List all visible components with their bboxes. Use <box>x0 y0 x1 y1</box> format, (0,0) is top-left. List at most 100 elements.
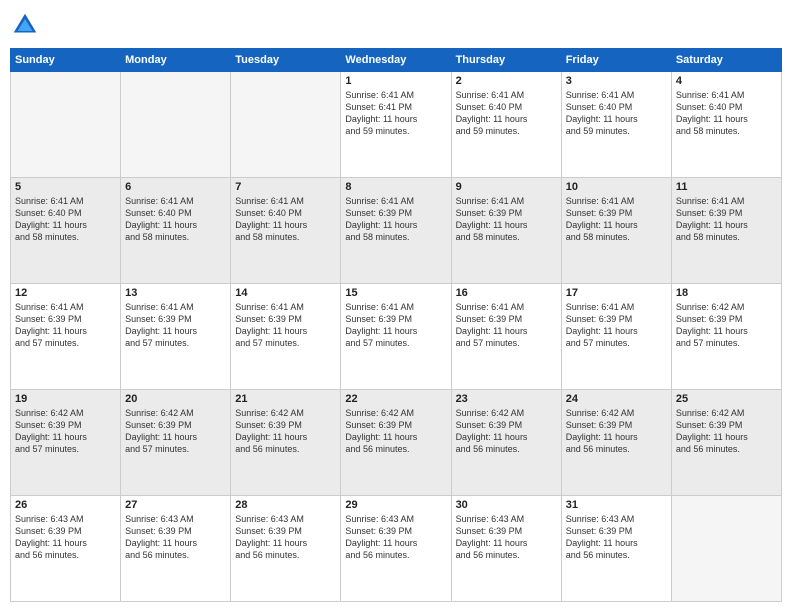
day-info: Sunrise: 6:42 AM Sunset: 6:39 PM Dayligh… <box>345 407 446 456</box>
day-number: 2 <box>456 75 557 87</box>
calendar-cell: 16 Sunrise: 6:41 AM Sunset: 6:39 PM Dayli… <box>451 284 561 390</box>
day-info: Sunrise: 6:43 AM Sunset: 6:39 PM Dayligh… <box>566 513 667 562</box>
calendar-cell: 3 Sunrise: 6:41 AM Sunset: 6:40 PM Daylig… <box>561 72 671 178</box>
day-number: 30 <box>456 499 557 511</box>
day-number: 17 <box>566 287 667 299</box>
day-number: 21 <box>235 393 336 405</box>
day-number: 31 <box>566 499 667 511</box>
day-info: Sunrise: 6:41 AM Sunset: 6:39 PM Dayligh… <box>345 301 446 350</box>
day-number: 6 <box>125 181 226 193</box>
day-number: 29 <box>345 499 446 511</box>
day-number: 25 <box>676 393 777 405</box>
day-info: Sunrise: 6:41 AM Sunset: 6:40 PM Dayligh… <box>235 195 336 244</box>
weekday-header-row: SundayMondayTuesdayWednesdayThursdayFrid… <box>11 49 782 72</box>
day-number: 20 <box>125 393 226 405</box>
calendar-cell: 13 Sunrise: 6:41 AM Sunset: 6:39 PM Dayli… <box>121 284 231 390</box>
day-info: Sunrise: 6:42 AM Sunset: 6:39 PM Dayligh… <box>456 407 557 456</box>
day-number: 8 <box>345 181 446 193</box>
calendar-cell: 30 Sunrise: 6:43 AM Sunset: 6:39 PM Dayli… <box>451 496 561 602</box>
day-number: 24 <box>566 393 667 405</box>
day-info: Sunrise: 6:43 AM Sunset: 6:39 PM Dayligh… <box>125 513 226 562</box>
day-info: Sunrise: 6:41 AM Sunset: 6:40 PM Dayligh… <box>456 89 557 138</box>
day-number: 18 <box>676 287 777 299</box>
day-info: Sunrise: 6:41 AM Sunset: 6:39 PM Dayligh… <box>456 301 557 350</box>
calendar-cell: 25 Sunrise: 6:42 AM Sunset: 6:39 PM Dayli… <box>671 390 781 496</box>
weekday-header-monday: Monday <box>121 49 231 72</box>
calendar-cell: 19 Sunrise: 6:42 AM Sunset: 6:39 PM Dayli… <box>11 390 121 496</box>
calendar-cell: 5Sunrise: 6:41 AM Sunset: 6:40 PM Daylig… <box>11 178 121 284</box>
day-info: Sunrise: 6:41 AM Sunset: 6:41 PM Dayligh… <box>345 89 446 138</box>
calendar-cell: 6Sunrise: 6:41 AM Sunset: 6:40 PM Daylig… <box>121 178 231 284</box>
weekday-header-thursday: Thursday <box>451 49 561 72</box>
calendar-week-row: 19 Sunrise: 6:42 AM Sunset: 6:39 PM Dayli… <box>11 390 782 496</box>
calendar-cell <box>121 72 231 178</box>
day-info: Sunrise: 6:41 AM Sunset: 6:39 PM Dayligh… <box>235 301 336 350</box>
calendar-cell: 9 Sunrise: 6:41 AM Sunset: 6:39 PM Daylig… <box>451 178 561 284</box>
day-number: 5 <box>15 181 116 193</box>
day-number: 22 <box>345 393 446 405</box>
day-info: Sunrise: 6:43 AM Sunset: 6:39 PM Dayligh… <box>345 513 446 562</box>
calendar-table: SundayMondayTuesdayWednesdayThursdayFrid… <box>10 48 782 602</box>
day-info: Sunrise: 6:41 AM Sunset: 6:39 PM Dayligh… <box>345 195 446 244</box>
day-number: 7 <box>235 181 336 193</box>
calendar-cell: 7 Sunrise: 6:41 AM Sunset: 6:40 PM Daylig… <box>231 178 341 284</box>
day-info: Sunrise: 6:43 AM Sunset: 6:39 PM Dayligh… <box>456 513 557 562</box>
calendar-cell: 12 Sunrise: 6:41 AM Sunset: 6:39 PM Dayli… <box>11 284 121 390</box>
calendar-cell: 20 Sunrise: 6:42 AM Sunset: 6:39 PM Dayli… <box>121 390 231 496</box>
calendar-cell: 23Sunrise: 6:42 AM Sunset: 6:39 PM Dayli… <box>451 390 561 496</box>
calendar-cell: 4Sunrise: 6:41 AM Sunset: 6:40 PM Daylig… <box>671 72 781 178</box>
day-number: 28 <box>235 499 336 511</box>
day-info: Sunrise: 6:41 AM Sunset: 6:40 PM Dayligh… <box>566 89 667 138</box>
day-number: 11 <box>676 181 777 193</box>
calendar-cell: 18 Sunrise: 6:42 AM Sunset: 6:39 PM Dayli… <box>671 284 781 390</box>
day-number: 15 <box>345 287 446 299</box>
calendar-cell: 1 Sunrise: 6:41 AM Sunset: 6:41 PM Daylig… <box>341 72 451 178</box>
calendar-cell: 14Sunrise: 6:41 AM Sunset: 6:39 PM Dayli… <box>231 284 341 390</box>
day-number: 16 <box>456 287 557 299</box>
calendar-cell: 17Sunrise: 6:41 AM Sunset: 6:39 PM Dayli… <box>561 284 671 390</box>
day-number: 1 <box>345 75 446 87</box>
day-info: Sunrise: 6:42 AM Sunset: 6:39 PM Dayligh… <box>235 407 336 456</box>
calendar-cell: 11 Sunrise: 6:41 AM Sunset: 6:39 PM Dayli… <box>671 178 781 284</box>
day-info: Sunrise: 6:42 AM Sunset: 6:39 PM Dayligh… <box>676 301 777 350</box>
header <box>10 10 782 40</box>
calendar-cell <box>231 72 341 178</box>
calendar-cell: 15 Sunrise: 6:41 AM Sunset: 6:39 PM Dayli… <box>341 284 451 390</box>
day-info: Sunrise: 6:41 AM Sunset: 6:39 PM Dayligh… <box>456 195 557 244</box>
day-number: 19 <box>15 393 116 405</box>
day-number: 9 <box>456 181 557 193</box>
day-number: 26 <box>15 499 116 511</box>
weekday-header-wednesday: Wednesday <box>341 49 451 72</box>
calendar-cell: 29 Sunrise: 6:43 AM Sunset: 6:39 PM Dayli… <box>341 496 451 602</box>
day-number: 10 <box>566 181 667 193</box>
day-info: Sunrise: 6:42 AM Sunset: 6:39 PM Dayligh… <box>566 407 667 456</box>
calendar-cell: 8 Sunrise: 6:41 AM Sunset: 6:39 PM Daylig… <box>341 178 451 284</box>
day-number: 13 <box>125 287 226 299</box>
day-info: Sunrise: 6:43 AM Sunset: 6:39 PM Dayligh… <box>235 513 336 562</box>
day-info: Sunrise: 6:42 AM Sunset: 6:39 PM Dayligh… <box>676 407 777 456</box>
day-number: 12 <box>15 287 116 299</box>
weekday-header-friday: Friday <box>561 49 671 72</box>
calendar-week-row: 1 Sunrise: 6:41 AM Sunset: 6:41 PM Daylig… <box>11 72 782 178</box>
day-info: Sunrise: 6:42 AM Sunset: 6:39 PM Dayligh… <box>125 407 226 456</box>
day-info: Sunrise: 6:41 AM Sunset: 6:39 PM Dayligh… <box>566 195 667 244</box>
day-info: Sunrise: 6:41 AM Sunset: 6:39 PM Dayligh… <box>15 301 116 350</box>
day-info: Sunrise: 6:41 AM Sunset: 6:39 PM Dayligh… <box>676 195 777 244</box>
calendar-cell <box>671 496 781 602</box>
day-number: 4 <box>676 75 777 87</box>
day-info: Sunrise: 6:42 AM Sunset: 6:39 PM Dayligh… <box>15 407 116 456</box>
day-number: 27 <box>125 499 226 511</box>
logo <box>10 10 44 40</box>
calendar-cell: 24 Sunrise: 6:42 AM Sunset: 6:39 PM Dayli… <box>561 390 671 496</box>
weekday-header-saturday: Saturday <box>671 49 781 72</box>
weekday-header-sunday: Sunday <box>11 49 121 72</box>
calendar-cell: 26 Sunrise: 6:43 AM Sunset: 6:39 PM Dayli… <box>11 496 121 602</box>
calendar-cell: 28 Sunrise: 6:43 AM Sunset: 6:39 PM Dayli… <box>231 496 341 602</box>
day-info: Sunrise: 6:43 AM Sunset: 6:39 PM Dayligh… <box>15 513 116 562</box>
calendar-cell: 21 Sunrise: 6:42 AM Sunset: 6:39 PM Dayli… <box>231 390 341 496</box>
calendar-cell: 10 Sunrise: 6:41 AM Sunset: 6:39 PM Dayli… <box>561 178 671 284</box>
day-number: 3 <box>566 75 667 87</box>
calendar-week-row: 26 Sunrise: 6:43 AM Sunset: 6:39 PM Dayli… <box>11 496 782 602</box>
day-info: Sunrise: 6:41 AM Sunset: 6:39 PM Dayligh… <box>125 301 226 350</box>
calendar-week-row: 5 Sunrise: 6:41 AM Sunset: 6:40 PM Daylig… <box>11 178 782 284</box>
